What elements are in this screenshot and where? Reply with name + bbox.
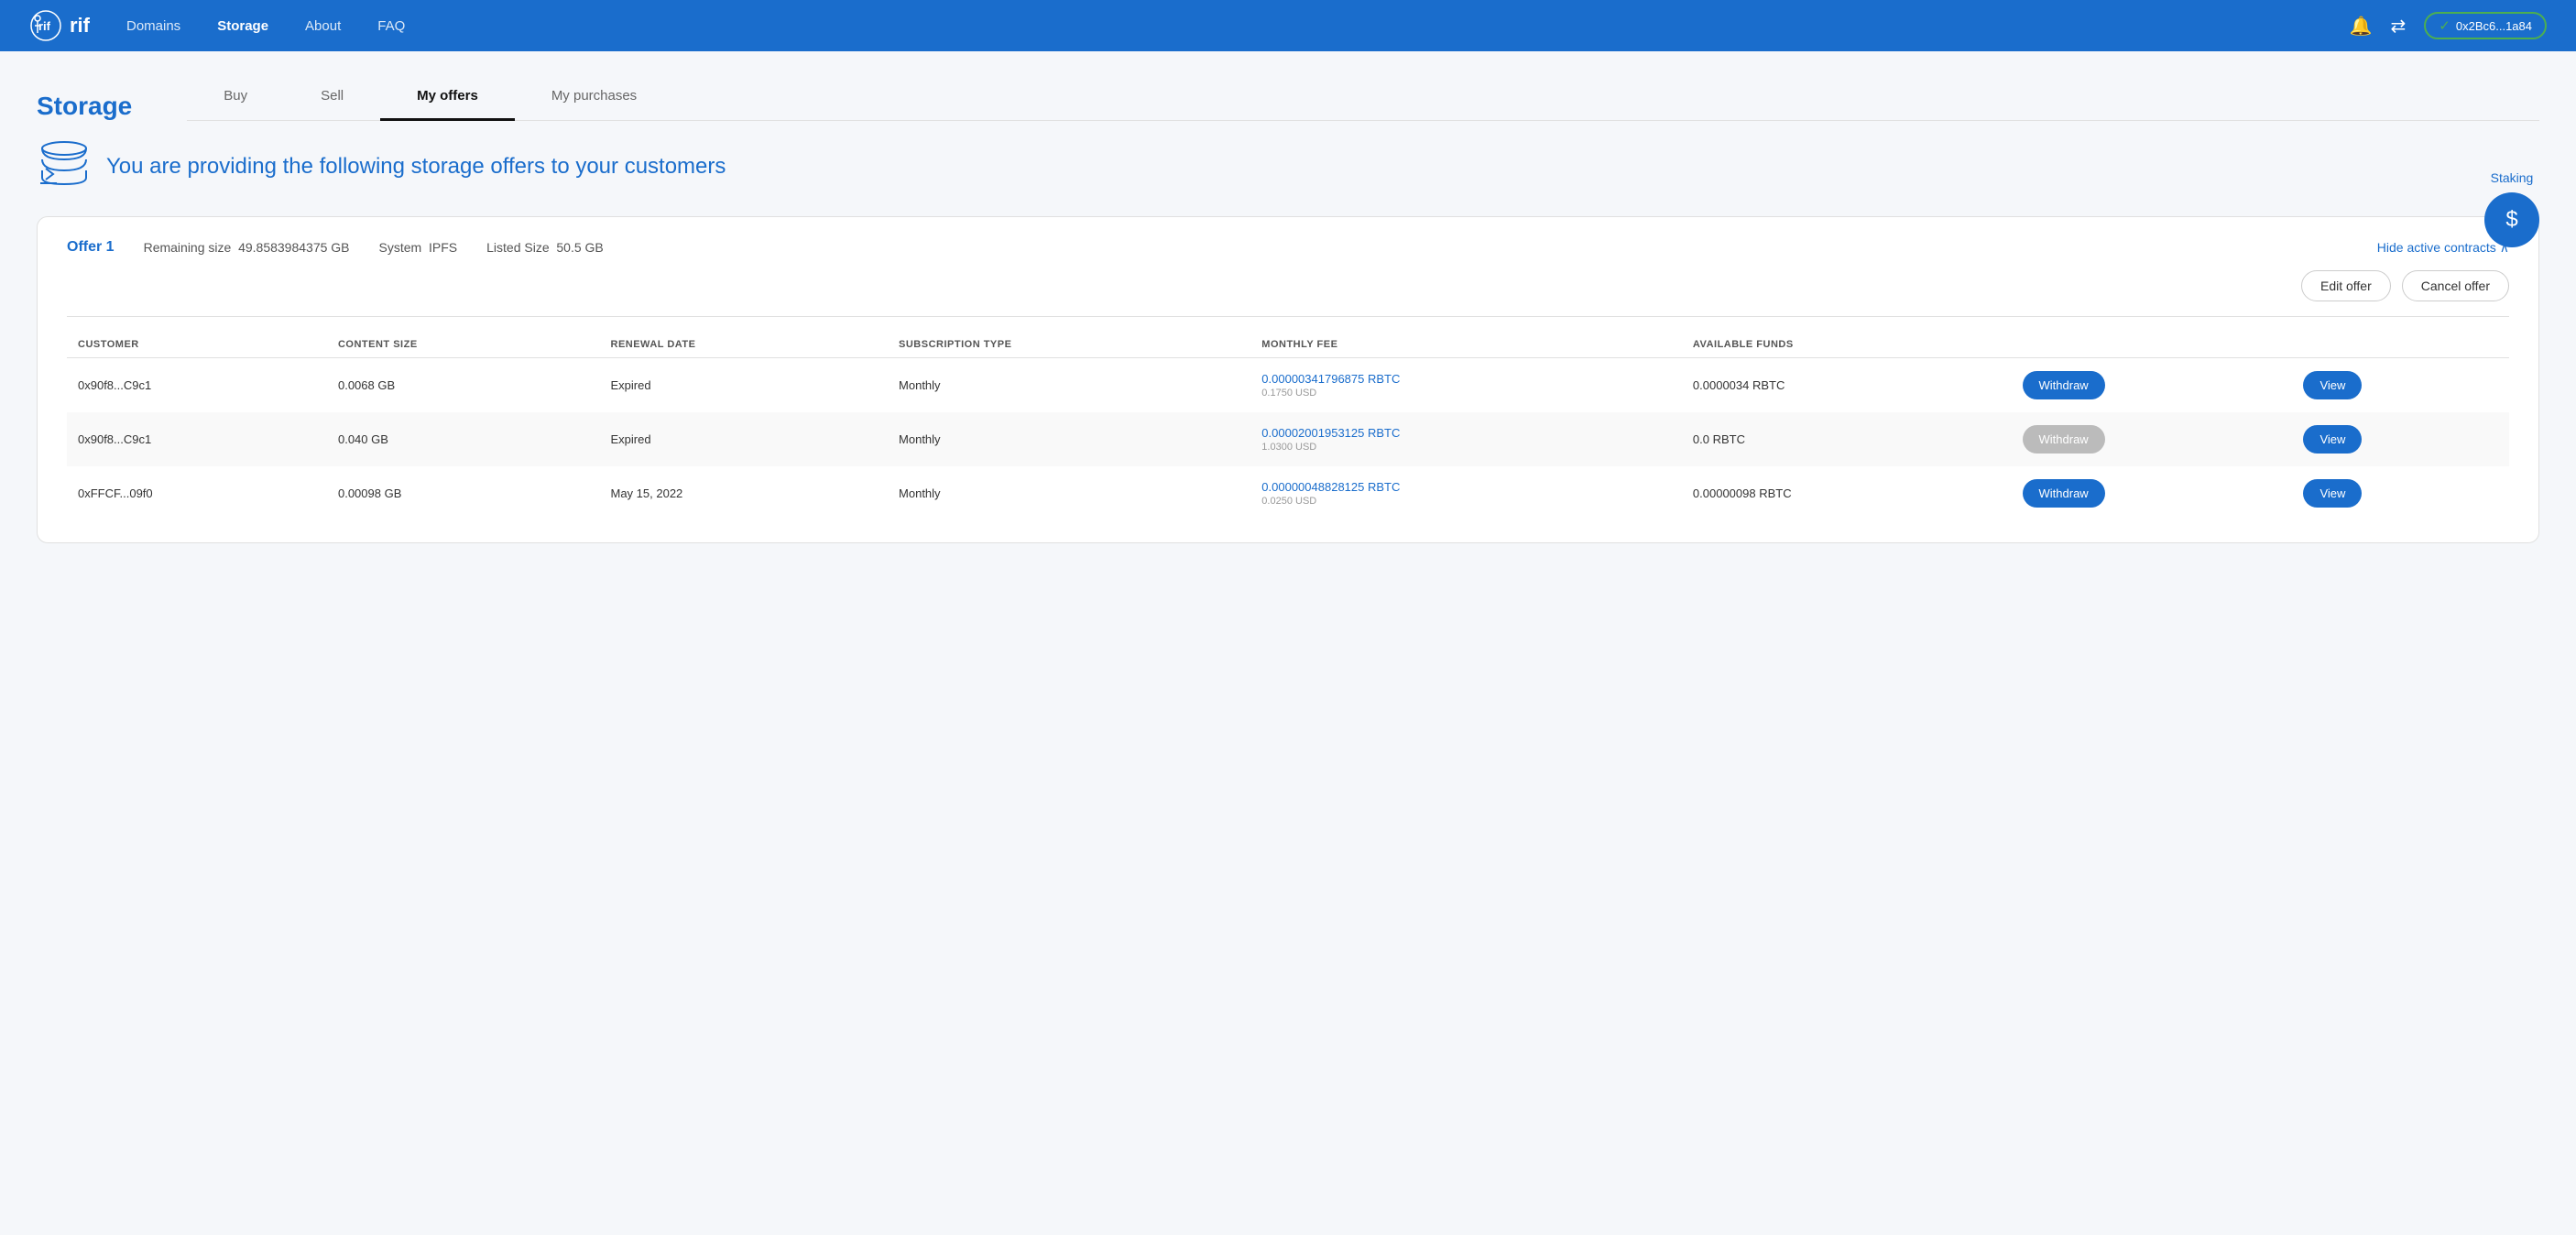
- cell-withdraw-2: Withdraw: [2012, 466, 2293, 520]
- cell-monthly-fee-2: 0.00000048828125 RBTC 0.0250 USD: [1250, 466, 1682, 520]
- offer-name: Offer 1: [67, 239, 115, 256]
- cell-customer-0: 0x90f8...C9c1: [67, 358, 327, 413]
- navbar-right: 🔔 ⇄ ✓ 0x2Bc6...1a84: [2350, 12, 2547, 39]
- tabs: Buy Sell My offers My purchases: [187, 73, 2539, 121]
- svg-text:rif: rif: [38, 19, 51, 33]
- cell-view-0: View: [2292, 358, 2509, 413]
- wallet-address: 0x2Bc6...1a84: [2456, 19, 2532, 33]
- nav-about[interactable]: About: [305, 18, 341, 34]
- cell-available-funds-0: 0.0000034 RBTC: [1682, 358, 2012, 413]
- cell-content-size-2: 0.00098 GB: [327, 466, 600, 520]
- tab-my-offers[interactable]: My offers: [380, 73, 515, 121]
- th-monthly-fee: MONTHLY FEE: [1250, 332, 1682, 358]
- notification-icon[interactable]: 🔔: [2350, 15, 2373, 38]
- cell-withdraw-0: Withdraw: [2012, 358, 2293, 413]
- system-label: System: [379, 240, 422, 255]
- th-customer: CUSTOMER: [67, 332, 327, 358]
- offer-remaining-size: Remaining size 49.8583984375 GB: [144, 240, 350, 255]
- view-button-2[interactable]: View: [2303, 479, 2362, 508]
- table-row: 0x90f8...C9c1 0.0068 GB Expired Monthly …: [67, 358, 2509, 413]
- hide-contracts-label: Hide active contracts: [2377, 240, 2496, 255]
- cell-withdraw-1: Withdraw: [2012, 412, 2293, 466]
- listed-size-label: Listed Size: [486, 240, 549, 255]
- hero-text: You are providing the following storage …: [106, 154, 726, 180]
- tab-my-purchases[interactable]: My purchases: [515, 73, 673, 121]
- th-content-size: CONTENT SIZE: [327, 332, 600, 358]
- navbar: rif rif Domains Storage About FAQ 🔔 ⇄ ✓ …: [0, 0, 2576, 51]
- table-row: 0xFFCF...09f0 0.00098 GB May 15, 2022 Mo…: [67, 466, 2509, 520]
- cell-monthly-fee-0: 0.00000341796875 RBTC 0.1750 USD: [1250, 358, 1682, 413]
- cell-available-funds-2: 0.00000098 RBTC: [1682, 466, 2012, 520]
- cell-renewal-date-0: Expired: [600, 358, 889, 413]
- th-available-funds: AVAILABLE FUNDS: [1682, 332, 2012, 358]
- main-container: Storage Buy Sell My offers My purchases …: [0, 51, 2576, 565]
- offer-header: Offer 1 Remaining size 49.8583984375 GB …: [67, 239, 2509, 256]
- page-title: Storage: [37, 92, 132, 121]
- logo-text: rif: [70, 14, 90, 38]
- wallet-check-icon: ✓: [2439, 17, 2450, 34]
- edit-offer-button[interactable]: Edit offer: [2301, 270, 2391, 301]
- cell-customer-1: 0x90f8...C9c1: [67, 412, 327, 466]
- exchange-icon[interactable]: ⇄: [2391, 15, 2407, 38]
- cell-available-funds-1: 0.0 RBTC: [1682, 412, 2012, 466]
- table-row: 0x90f8...C9c1 0.040 GB Expired Monthly 0…: [67, 412, 2509, 466]
- staking-dollar-icon: $: [2505, 207, 2517, 233]
- listed-size-value: 50.5 GB: [556, 240, 603, 255]
- system-value: IPFS: [429, 240, 457, 255]
- cancel-offer-button[interactable]: Cancel offer: [2402, 270, 2509, 301]
- th-subscription-type: SUBSCRIPTION TYPE: [888, 332, 1250, 358]
- wallet-button[interactable]: ✓ 0x2Bc6...1a84: [2424, 12, 2547, 39]
- header-tabs-row: Storage Buy Sell My offers My purchases: [37, 73, 2539, 121]
- nav-links: Domains Storage About FAQ: [126, 18, 2313, 34]
- th-action2: [2292, 332, 2509, 358]
- th-action1: [2012, 332, 2293, 358]
- logo[interactable]: rif rif: [29, 9, 90, 42]
- view-button-1[interactable]: View: [2303, 425, 2362, 454]
- cell-view-2: View: [2292, 466, 2509, 520]
- cell-content-size-1: 0.040 GB: [327, 412, 600, 466]
- nav-faq[interactable]: FAQ: [377, 18, 405, 34]
- nav-domains[interactable]: Domains: [126, 18, 180, 34]
- remaining-size-value: 49.8583984375 GB: [238, 240, 349, 255]
- staking-button[interactable]: $: [2484, 192, 2539, 247]
- table-header-row: CUSTOMER CONTENT SIZE RENEWAL DATE SUBSC…: [67, 332, 2509, 358]
- tab-buy[interactable]: Buy: [187, 73, 284, 121]
- withdraw-button-0[interactable]: Withdraw: [2023, 371, 2105, 399]
- hero-banner: You are providing the following storage …: [37, 139, 2539, 194]
- cell-subscription-type-0: Monthly: [888, 358, 1250, 413]
- contracts-table: CUSTOMER CONTENT SIZE RENEWAL DATE SUBSC…: [67, 332, 2509, 520]
- cell-view-1: View: [2292, 412, 2509, 466]
- cell-subscription-type-2: Monthly: [888, 466, 1250, 520]
- cell-subscription-type-1: Monthly: [888, 412, 1250, 466]
- cell-renewal-date-1: Expired: [600, 412, 889, 466]
- cell-content-size-0: 0.0068 GB: [327, 358, 600, 413]
- storage-icon: [37, 139, 92, 194]
- remaining-size-label: Remaining size: [144, 240, 232, 255]
- cell-monthly-fee-1: 0.00002001953125 RBTC 1.0300 USD: [1250, 412, 1682, 466]
- cell-renewal-date-2: May 15, 2022: [600, 466, 889, 520]
- withdraw-button-1: Withdraw: [2023, 425, 2105, 454]
- cell-customer-2: 0xFFCF...09f0: [67, 466, 327, 520]
- th-renewal-date: RENEWAL DATE: [600, 332, 889, 358]
- tab-sell[interactable]: Sell: [284, 73, 380, 121]
- nav-storage[interactable]: Storage: [217, 18, 268, 34]
- withdraw-button-2[interactable]: Withdraw: [2023, 479, 2105, 508]
- view-button-0[interactable]: View: [2303, 371, 2362, 399]
- offer-card: Offer 1 Remaining size 49.8583984375 GB …: [37, 216, 2539, 543]
- offer-system: System IPFS: [379, 240, 458, 255]
- staking-label: Staking: [2491, 170, 2534, 185]
- divider: [67, 316, 2509, 317]
- staking-area: Staking $: [2484, 170, 2539, 247]
- offer-listed-size: Listed Size 50.5 GB: [486, 240, 604, 255]
